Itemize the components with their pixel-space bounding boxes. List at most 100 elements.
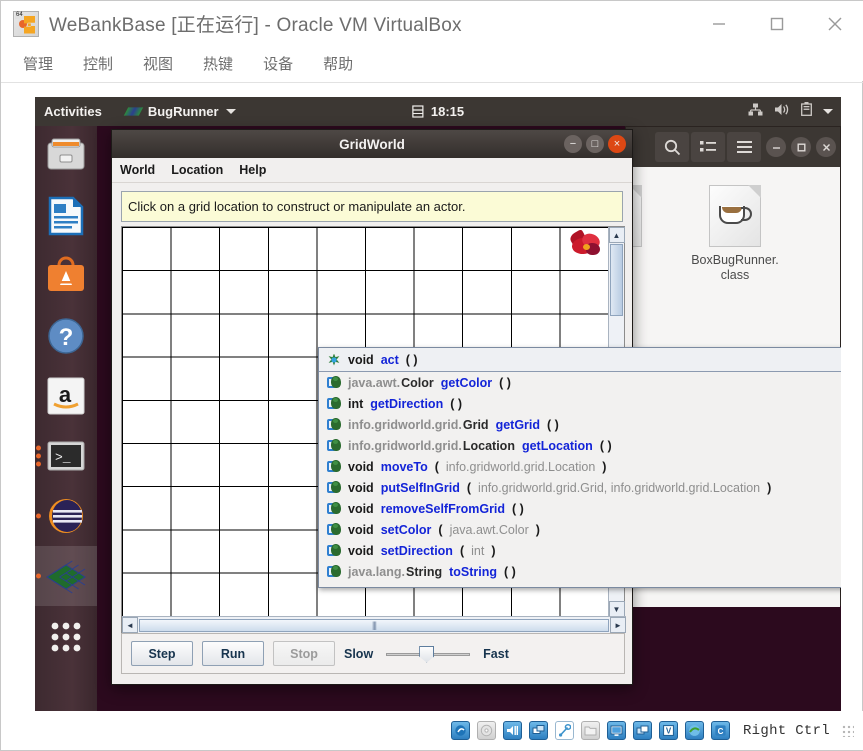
return-type: void bbox=[348, 522, 374, 537]
return-class: String bbox=[405, 564, 443, 579]
bluej-icon bbox=[45, 495, 87, 537]
sidebar-item-terminal[interactable]: >_ bbox=[35, 426, 97, 486]
minimize-button[interactable] bbox=[690, 1, 748, 46]
recording-icon[interactable] bbox=[632, 721, 652, 740]
minimize-icon[interactable] bbox=[766, 137, 786, 157]
sidebar-item-gridworld[interactable] bbox=[35, 546, 97, 606]
list-item[interactable]: void putSelfInGrid ( info.gridworld.grid… bbox=[319, 477, 841, 498]
speed-slow-label: Slow bbox=[344, 646, 374, 661]
list-item[interactable]: java.lang. String toString ( ) bbox=[319, 561, 841, 582]
gridworld-titlebar: GridWorld − □ × bbox=[112, 130, 632, 158]
maximize-icon[interactable] bbox=[791, 137, 811, 157]
menu-help[interactable]: Help bbox=[239, 163, 266, 177]
host-key-label: Right Ctrl bbox=[742, 722, 830, 739]
window-title: WeBankBase [正在运行] - Oracle VM VirtualBox bbox=[49, 15, 462, 36]
volume-icon[interactable] bbox=[774, 103, 790, 121]
scroll-left-arrow[interactable]: ◄ bbox=[122, 617, 138, 633]
return-package: java.lang. bbox=[348, 564, 405, 579]
menu-view[interactable]: 视图 bbox=[135, 50, 181, 77]
resize-grip[interactable] bbox=[842, 724, 854, 737]
scroll-up-arrow[interactable]: ▲ bbox=[608, 227, 625, 243]
sidebar-item-bluej[interactable] bbox=[35, 486, 97, 546]
speed-fast-label: Fast bbox=[483, 646, 509, 661]
menu-manage[interactable]: 管理 bbox=[15, 50, 61, 77]
battery-icon[interactable] bbox=[801, 102, 812, 121]
list-item[interactable]: void moveTo ( info.gridworld.grid.Locati… bbox=[319, 456, 841, 477]
display-icon[interactable] bbox=[606, 721, 626, 740]
list-item[interactable]: void setColor ( java.awt.Color ) bbox=[319, 519, 841, 540]
list-item[interactable]: info.gridworld.grid. Grid getGrid ( ) bbox=[319, 414, 841, 435]
maximize-button[interactable]: □ bbox=[586, 135, 604, 153]
return-type: void bbox=[348, 352, 374, 367]
unity-launcher: ? a >_ bbox=[35, 126, 97, 711]
run-button[interactable]: Run bbox=[202, 641, 264, 666]
sidebar-item-help[interactable]: ? bbox=[35, 306, 97, 366]
sidebar-item-amazon[interactable]: a bbox=[35, 366, 97, 426]
virtualbox-titlebar: 64 WeBankBase [正在运行] - Oracle VM Virtual… bbox=[1, 1, 863, 46]
minimize-button[interactable]: − bbox=[564, 135, 582, 153]
hard-disk-icon[interactable] bbox=[450, 721, 470, 740]
shared-folders-icon[interactable] bbox=[580, 721, 600, 740]
step-button[interactable]: Step bbox=[131, 641, 193, 666]
method-name: act bbox=[380, 352, 399, 367]
close-icon[interactable] bbox=[816, 137, 836, 157]
stop-button: Stop bbox=[273, 641, 335, 666]
maximize-button[interactable] bbox=[748, 1, 806, 46]
file-label: BoxBugRunner.class bbox=[691, 253, 779, 282]
list-item[interactable]: void setDirection ( int ) bbox=[319, 540, 841, 561]
help-question-icon: ? bbox=[45, 315, 87, 357]
mouse-integration-icon[interactable] bbox=[684, 721, 704, 740]
horizontal-scrollbar[interactable]: ◄ ||| ► bbox=[122, 616, 626, 633]
list-item[interactable]: void act ( ) bbox=[319, 348, 841, 372]
search-icon[interactable] bbox=[655, 132, 689, 162]
menu-devices[interactable]: 设备 bbox=[255, 50, 301, 77]
virtualization-icon[interactable]: V bbox=[658, 721, 678, 740]
list-item[interactable]: java.awt. Color getColor ( ) bbox=[319, 372, 841, 393]
menu-location[interactable]: Location bbox=[171, 163, 223, 177]
override-method-icon bbox=[327, 353, 341, 367]
menu-hotkeys[interactable]: 热键 bbox=[195, 50, 241, 77]
sidebar-item-ubuntu-software[interactable] bbox=[35, 246, 97, 306]
hamburger-menu-icon[interactable] bbox=[727, 132, 761, 162]
list-item[interactable]: info.gridworld.grid. Location getLocatio… bbox=[319, 435, 841, 456]
speed-slider[interactable] bbox=[386, 645, 471, 663]
panel-app-menu[interactable]: BugRunner bbox=[123, 104, 236, 119]
network-icon[interactable] bbox=[748, 103, 763, 121]
close-button[interactable]: × bbox=[608, 135, 626, 153]
activities-button[interactable]: Activities bbox=[44, 104, 102, 119]
inherited-method-icon bbox=[327, 543, 341, 558]
scroll-right-arrow[interactable]: ► bbox=[610, 617, 626, 633]
virtualbox-window: 64 WeBankBase [正在运行] - Oracle VM Virtual… bbox=[0, 0, 863, 751]
chevron-down-icon[interactable] bbox=[823, 109, 833, 114]
close-button[interactable] bbox=[806, 1, 863, 46]
optical-disk-icon[interactable] bbox=[476, 721, 496, 740]
list-item[interactable]: int getDirection ( ) bbox=[319, 393, 841, 414]
audio-icon[interactable] bbox=[502, 721, 522, 740]
view-list-icon[interactable] bbox=[691, 132, 725, 162]
menu-world[interactable]: World bbox=[120, 163, 155, 177]
hscroll-thumb[interactable]: ||| bbox=[139, 618, 609, 632]
panel-clock[interactable]: 18:15 bbox=[412, 104, 464, 119]
list-item[interactable]: void removeSelfFromGrid ( ) bbox=[319, 498, 841, 519]
scroll-down-arrow[interactable]: ▼ bbox=[608, 601, 625, 617]
sidebar-item-libreoffice-impress[interactable] bbox=[35, 186, 97, 246]
keyboard-icon[interactable]: C bbox=[710, 721, 730, 740]
list-item[interactable]: BoxBugRunner.class bbox=[689, 185, 781, 283]
network-icon[interactable] bbox=[528, 721, 548, 740]
ubuntu-top-panel: Activities BugRunner 18:15 bbox=[35, 97, 841, 126]
menubar-divider bbox=[1, 82, 863, 83]
inherited-method-icon bbox=[327, 522, 341, 537]
menu-control[interactable]: 控制 bbox=[75, 50, 121, 77]
software-center-icon bbox=[45, 255, 87, 297]
panel-system-tray bbox=[748, 102, 833, 121]
sidebar-item-show-applications[interactable] bbox=[35, 606, 97, 666]
red-bug-icon[interactable] bbox=[568, 228, 604, 258]
amazon-icon: a bbox=[45, 375, 87, 417]
method-autocomplete-popup[interactable]: void act ( ) java.awt. Color getColor ( … bbox=[318, 347, 841, 588]
sidebar-item-files[interactable] bbox=[35, 126, 97, 186]
method-args: info.gridworld.grid.Location bbox=[445, 459, 596, 474]
svg-text:C: C bbox=[718, 727, 724, 736]
usb-icon[interactable] bbox=[554, 721, 574, 740]
menu-help[interactable]: 帮助 bbox=[315, 50, 361, 77]
inherited-method-icon bbox=[327, 438, 341, 453]
